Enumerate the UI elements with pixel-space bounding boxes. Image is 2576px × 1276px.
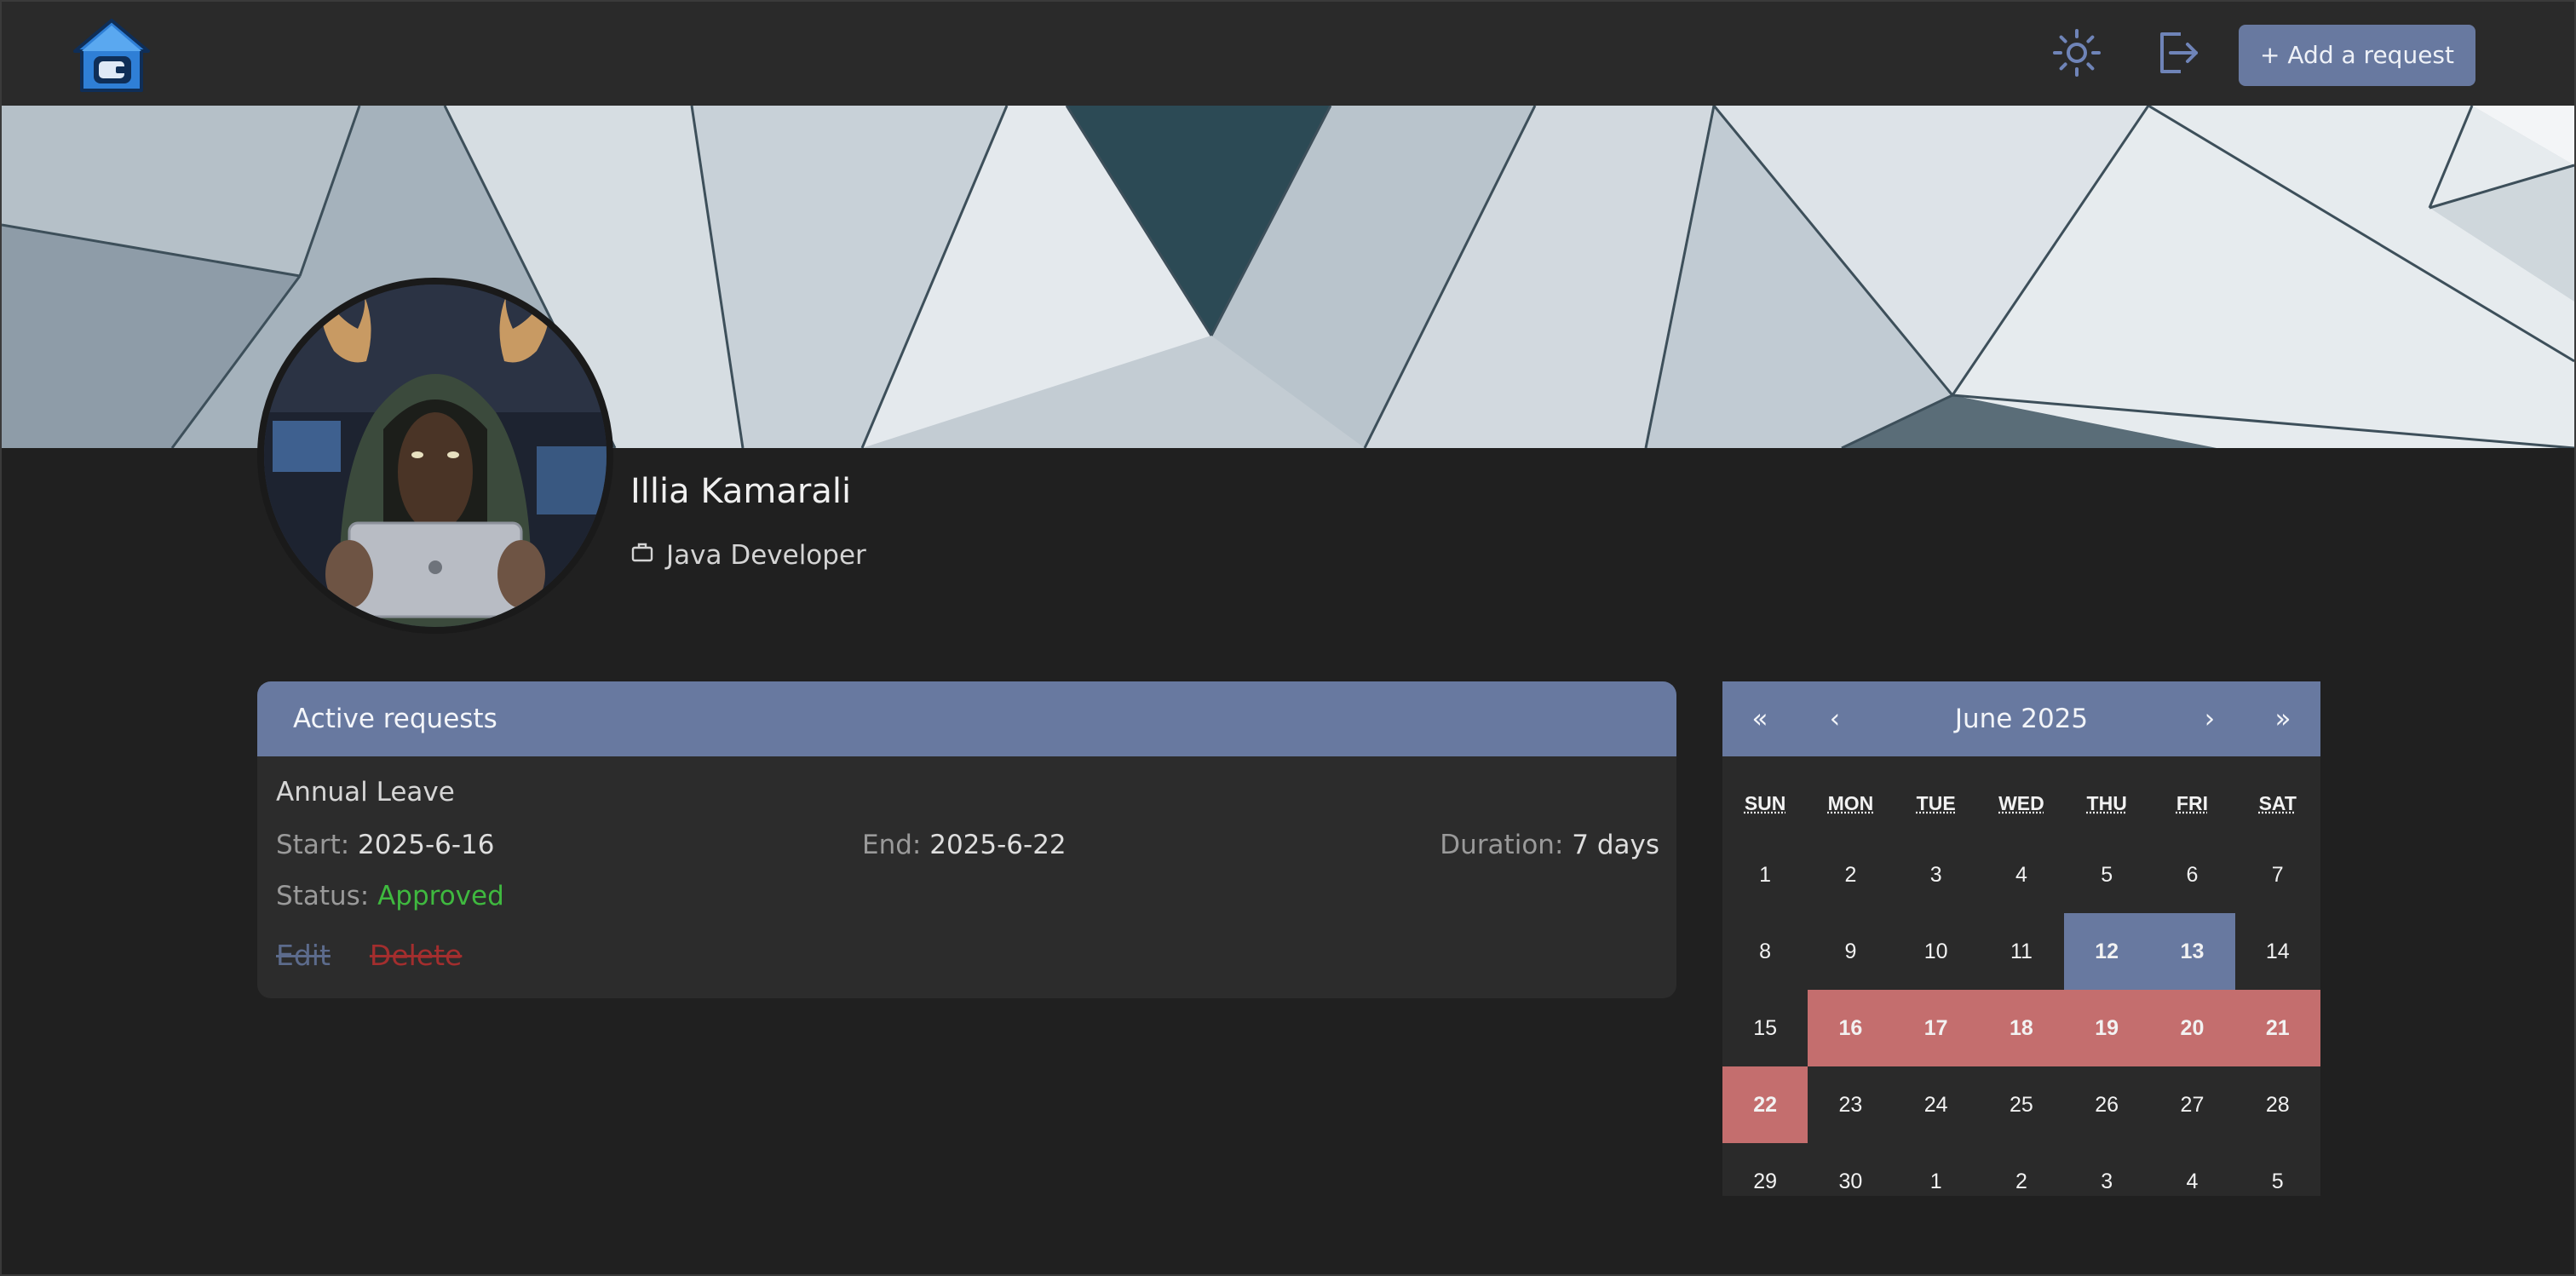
top-bar: + Add a request	[2, 2, 2574, 106]
calendar-day[interactable]: 18	[1978, 990, 2065, 1066]
calendar-day[interactable]: 4	[2149, 1143, 2234, 1220]
calendar-day[interactable]: 7	[2235, 836, 2320, 913]
avatar	[257, 278, 613, 634]
calendar-day[interactable]: 17	[1893, 990, 1979, 1066]
delete-button[interactable]: Delete	[370, 939, 462, 972]
calendar-day[interactable]: 27	[2149, 1066, 2234, 1143]
profile-role: Java Developer	[630, 538, 866, 572]
weekday-mon: MON	[1827, 792, 1874, 814]
calendar-day[interactable]: 14	[2235, 913, 2320, 990]
request-duration: Duration: 7 days	[1440, 830, 1659, 860]
prev-month-button[interactable]: ‹	[1809, 681, 1860, 756]
calendar-day[interactable]: 5	[2235, 1143, 2320, 1220]
calendar-day[interactable]: 22	[1722, 1066, 1808, 1143]
start-value: 2025-6-16	[358, 830, 495, 860]
calendar-day[interactable]: 16	[1808, 990, 1894, 1066]
weekday-fri: FRI	[2176, 792, 2208, 814]
calendar-grid: 1 2 3 4 5 6 7 8 9 10 11 12 13 14 15 16 17 18 19 20 21 22 23 24 2…	[1722, 836, 2320, 1220]
weekday-wed: WED	[1998, 792, 2044, 814]
calendar-day[interactable]: 4	[1979, 836, 2064, 913]
weekday-tue: TUE	[1916, 792, 1956, 814]
weekday-sat: SAT	[2258, 792, 2297, 814]
calendar-day[interactable]: 24	[1894, 1066, 1979, 1143]
calendar-day[interactable]: 11	[1979, 913, 2064, 990]
add-request-button[interactable]: + Add a request	[2239, 25, 2475, 86]
calendar-day[interactable]: 10	[1894, 913, 1979, 990]
start-label: Start:	[276, 830, 350, 860]
request-type: Annual Leave	[276, 777, 455, 808]
calendar-day[interactable]: 21	[2234, 990, 2320, 1066]
calendar-day[interactable]: 12	[2064, 913, 2150, 990]
profile-name: Illia Kamarali	[630, 472, 852, 511]
calendar-day[interactable]: 2	[1979, 1143, 2064, 1220]
active-requests-title: Active requests	[257, 681, 1676, 756]
calendar: « ‹ June 2025 › » SUN MON TUE WED THU FRI SAT …	[1722, 681, 2320, 1196]
calendar-day[interactable]: 6	[2149, 836, 2234, 913]
calendar-day[interactable]: 3	[2064, 1143, 2149, 1220]
calendar-day[interactable]: 29	[1722, 1143, 1808, 1220]
request-card: Annual Leave Start: 2025-6-16 End: 2025-…	[257, 756, 1676, 998]
calendar-day[interactable]: 19	[2064, 990, 2150, 1066]
request-end: End: 2025-6-22	[862, 830, 1067, 860]
calendar-week: 1234567	[1722, 836, 2320, 913]
calendar-day[interactable]: 13	[2149, 913, 2235, 990]
end-label: End:	[862, 830, 922, 860]
calendar-navigation: « ‹ June 2025 › »	[1722, 681, 2320, 756]
calendar-day[interactable]: 20	[2149, 990, 2235, 1066]
calendar-day[interactable]: 1	[1722, 836, 1808, 913]
briefcase-icon	[630, 540, 654, 571]
request-status: Status: Approved	[276, 881, 504, 911]
active-requests-panel: Active requests Annual Leave Start: 2025…	[257, 681, 1676, 998]
end-value: 2025-6-22	[929, 830, 1067, 860]
request-start: Start: 2025-6-16	[276, 830, 494, 860]
request-actions: Edit Delete	[276, 939, 462, 972]
weekday-thu: THU	[2086, 792, 2127, 814]
calendar-day[interactable]: 28	[2235, 1066, 2320, 1143]
calendar-week: 8 9 10 11 12 13 14	[1722, 913, 2320, 990]
sun-icon[interactable]	[2050, 26, 2104, 80]
logout-icon[interactable]	[2150, 26, 2205, 80]
status-badge: Approved	[377, 881, 504, 911]
calendar-day[interactable]: 5	[2064, 836, 2149, 913]
calendar-day[interactable]: 23	[1808, 1066, 1893, 1143]
duration-label: Duration:	[1440, 830, 1564, 860]
next-month-button[interactable]: ›	[2184, 681, 2235, 756]
calendar-day[interactable]: 2	[1808, 836, 1893, 913]
calendar-day[interactable]: 3	[1894, 836, 1979, 913]
calendar-week: 22 23 24 25 26 27 28	[1722, 1066, 2320, 1143]
prev-year-button[interactable]: «	[1734, 681, 1785, 756]
calendar-day[interactable]: 8	[1722, 913, 1808, 990]
calendar-day[interactable]: 26	[2064, 1066, 2149, 1143]
next-year-button[interactable]: »	[2257, 681, 2309, 756]
calendar-day[interactable]: 25	[1979, 1066, 2064, 1143]
house-logo-icon[interactable]	[68, 17, 155, 94]
calendar-day[interactable]: 1	[1894, 1143, 1979, 1220]
calendar-weekdays: SUN MON TUE WED THU FRI SAT	[1722, 792, 2320, 826]
weekday-sun: SUN	[1744, 792, 1786, 814]
calendar-day[interactable]: 30	[1808, 1143, 1893, 1220]
calendar-week: 29 30 1 2 3 4 5	[1722, 1143, 2320, 1220]
edit-button[interactable]: Edit	[276, 939, 331, 972]
calendar-month-label[interactable]: June 2025	[1893, 681, 2150, 756]
duration-value: 7 days	[1572, 830, 1659, 860]
status-label: Status:	[276, 881, 370, 911]
calendar-day[interactable]: 9	[1808, 913, 1893, 990]
calendar-day[interactable]: 15	[1722, 990, 1808, 1066]
profile-role-label: Java Developer	[666, 540, 866, 571]
calendar-week: 15 16 17 18 19 20 21	[1722, 990, 2320, 1066]
